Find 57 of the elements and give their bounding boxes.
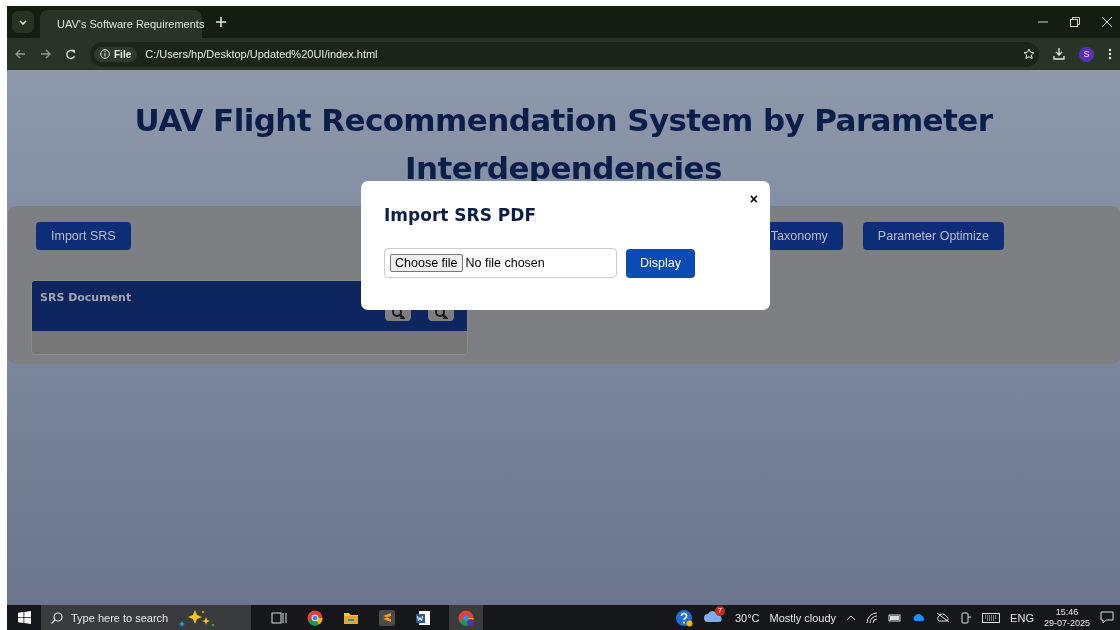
search-placeholder: Type here to search xyxy=(71,611,169,624)
star-icon[interactable] xyxy=(1023,48,1035,60)
notification-icon[interactable] xyxy=(1100,611,1114,624)
wifi-icon[interactable] xyxy=(866,611,879,624)
clock-time[interactable]: 15:46 xyxy=(1055,606,1079,618)
keyboard-icon[interactable] xyxy=(982,612,1001,623)
toolbar-button[interactable]: Parameter Optimize xyxy=(862,222,1004,250)
device-icon[interactable] xyxy=(960,611,973,624)
close-button[interactable]: × xyxy=(747,191,760,207)
choose-file-button[interactable]: Choose file xyxy=(390,254,463,272)
restore-icon[interactable] xyxy=(1070,17,1080,27)
site-info-chip[interactable]: File xyxy=(94,46,138,62)
chrome-profile-button[interactable] xyxy=(449,605,483,630)
back-icon[interactable] xyxy=(15,49,26,59)
browser-tab[interactable]: UAV's Software Requirements xyxy=(40,10,202,38)
forward-icon[interactable] xyxy=(40,49,51,59)
onedrive-icon[interactable] xyxy=(912,613,927,622)
card-title: SRS Document xyxy=(40,291,132,306)
chevron-up-icon[interactable] xyxy=(846,614,857,621)
tab-menu-button[interactable] xyxy=(12,11,34,33)
dialog-title: Import SRS PDF xyxy=(384,205,537,225)
download-icon[interactable] xyxy=(1053,48,1065,60)
display-button[interactable]: Display xyxy=(626,248,695,278)
clock-date[interactable]: 29-07-2025 xyxy=(1043,617,1090,629)
search-icon xyxy=(51,611,63,624)
windows-icon xyxy=(17,611,31,624)
magnifier-icon xyxy=(391,307,405,319)
more-menu-icon[interactable] xyxy=(1108,48,1112,60)
chrome-icon xyxy=(307,609,323,626)
page-title: UAV Flight Recommendation System by Parameter Interdependencies xyxy=(133,101,994,188)
chevron-down-icon xyxy=(19,19,27,25)
chip-label: File xyxy=(114,48,132,60)
url-text: C:/Users/hp/Desktop/Updated%20UI/index.html xyxy=(145,48,379,60)
address-bar[interactable]: File C:/Users/hp/Desktop/Updated%20UI/index.html xyxy=(90,41,1039,67)
search-field[interactable]: Type here to search xyxy=(41,605,251,630)
task-view-icon xyxy=(271,609,287,626)
tab-title: UAV's Software Requirements xyxy=(57,18,205,30)
battery-icon[interactable] xyxy=(888,612,903,623)
reload-icon[interactable] xyxy=(65,48,76,60)
toolbar-button[interactable]: Import SRS xyxy=(36,222,131,250)
cloud-icon xyxy=(702,608,723,623)
info-icon xyxy=(100,49,110,59)
file-input[interactable]: Choose file No file chosen xyxy=(384,248,617,278)
chrome-profile-icon xyxy=(458,609,474,626)
weather-text: Mostly cloudy xyxy=(769,611,837,624)
new-tab-icon[interactable] xyxy=(216,17,226,27)
close-icon[interactable] xyxy=(1102,17,1112,27)
language-indicator[interactable]: ENG xyxy=(1010,611,1034,624)
cloud-off-icon[interactable] xyxy=(936,612,951,623)
profile-avatar[interactable]: S xyxy=(1079,46,1094,62)
file-status: No file chosen xyxy=(465,256,545,270)
temperature: 30°C xyxy=(734,611,760,624)
magnifier-icon xyxy=(434,307,448,319)
sublime-button[interactable] xyxy=(377,607,397,628)
word-icon xyxy=(415,609,431,626)
help-icon[interactable] xyxy=(674,608,693,627)
sublime-icon xyxy=(379,609,395,626)
